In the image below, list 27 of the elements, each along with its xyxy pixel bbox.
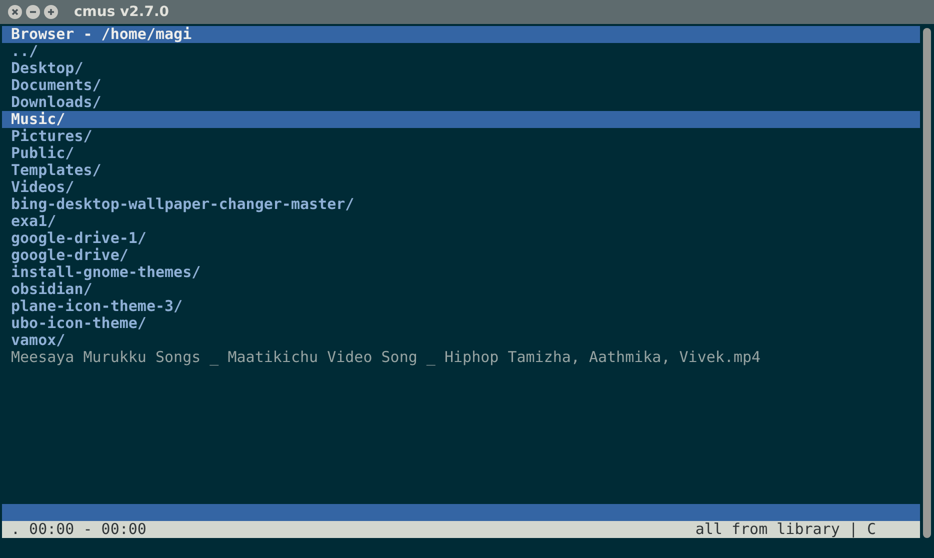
- folder-entry[interactable]: Music/: [2, 111, 920, 128]
- folder-entry[interactable]: bing-desktop-wallpaper-changer-master/: [2, 196, 920, 213]
- minimize-icon[interactable]: [26, 5, 40, 19]
- folder-entry[interactable]: Desktop/: [2, 60, 920, 77]
- folder-entry[interactable]: plane-icon-theme-3/: [2, 298, 920, 315]
- file-entry[interactable]: Meesaya Murukku Songs _ Maatikichu Video Song _ Hiphop Tamizha, Aathmika, Vivek.mp4: [2, 349, 920, 366]
- maximize-icon[interactable]: [44, 5, 58, 19]
- play-mode: all from library | C: [695, 521, 876, 538]
- close-icon[interactable]: [8, 5, 22, 19]
- folder-entry[interactable]: obsidian/: [2, 281, 920, 298]
- scrollbar-thumb[interactable]: [923, 28, 931, 538]
- folder-entry[interactable]: Pictures/: [2, 128, 920, 145]
- folder-entry[interactable]: exa1/: [2, 213, 920, 230]
- folder-entry[interactable]: ../: [2, 43, 920, 60]
- folder-entry[interactable]: google-drive-1/: [2, 230, 920, 247]
- playback-time: . 00:00 - 00:00: [11, 521, 146, 538]
- window-title: cmus v2.7.0: [74, 4, 170, 20]
- folder-entry[interactable]: Templates/: [2, 162, 920, 179]
- folder-entry[interactable]: install-gnome-themes/: [2, 264, 920, 281]
- folder-entry[interactable]: Documents/: [2, 77, 920, 94]
- folder-entry[interactable]: ubo-icon-theme/: [2, 315, 920, 332]
- folder-entry[interactable]: Downloads/: [2, 94, 920, 111]
- folder-entry[interactable]: vamox/: [2, 332, 920, 349]
- folder-entry[interactable]: google-drive/: [2, 247, 920, 264]
- browser-header: Browser - /home/magi: [2, 26, 920, 43]
- folder-entry[interactable]: Public/: [2, 145, 920, 162]
- folder-entry[interactable]: Videos/: [2, 179, 920, 196]
